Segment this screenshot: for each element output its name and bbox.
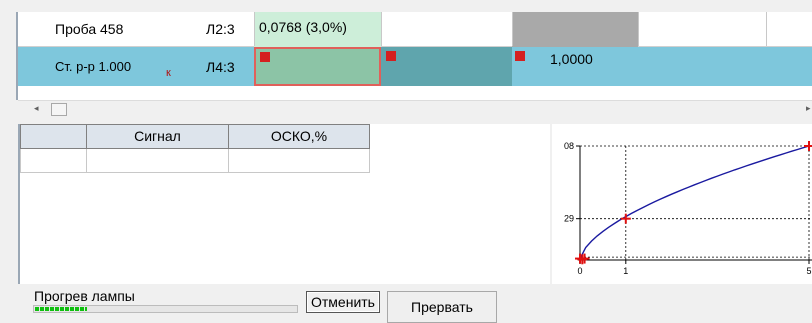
scroll-left-icon[interactable]: ◂ — [34, 103, 39, 114]
signal-table: Сигнал ОСКО,% — [18, 124, 550, 284]
warmup-progress-bar — [33, 305, 298, 313]
table-row-selected[interactable]: Ст. р-р 1.000 к Л4:3 1,0000 — [18, 47, 812, 86]
y-tick-label: 08 — [564, 141, 574, 151]
marker-icon — [260, 52, 270, 62]
col-divider — [381, 12, 382, 46]
col-divider — [766, 12, 767, 46]
table-row[interactable]: Проба 458 Л2:3 0,0768 (3,0%) — [18, 12, 812, 47]
marker-icon — [515, 51, 525, 61]
abort-button[interactable]: Прервать — [387, 291, 497, 323]
sample-name: Проба 458 — [55, 21, 124, 37]
table-cell — [21, 149, 87, 172]
marker-icon — [386, 51, 396, 61]
line-label: Л2:3 — [206, 21, 235, 37]
scroll-thumb[interactable] — [51, 103, 67, 116]
gray-cell — [512, 12, 638, 47]
value-cell: 0,0768 (3,0%) — [254, 12, 381, 47]
x-tick-label: 0 — [577, 266, 582, 276]
col-divider — [254, 12, 255, 46]
scroll-right-icon[interactable]: ▸ — [806, 103, 811, 114]
table-cell — [87, 149, 229, 172]
x-tick-label: 1 — [623, 266, 628, 276]
table-row[interactable] — [20, 149, 370, 173]
line-label: Л4:3 — [206, 59, 235, 75]
grid-blank-area — [16, 86, 812, 100]
col-divider — [638, 12, 639, 46]
x-tick-label: 5 — [806, 266, 811, 276]
header-cell — [21, 125, 87, 148]
y-tick-label: 29 — [564, 214, 574, 224]
table-header: Сигнал ОСКО,% — [20, 124, 370, 149]
green-cell[interactable] — [254, 47, 381, 86]
status-label: Прогрев лампы — [34, 288, 135, 304]
calibration-chart-panel: 29 08 0 1 5 — [552, 124, 812, 284]
standard-marker: к — [166, 67, 171, 79]
warmup-progress-fill — [35, 307, 87, 311]
sample-name: Ст. р-р 1.000 — [55, 59, 132, 74]
header-osko: ОСКО,% — [270, 128, 328, 144]
sample-grid: Проба 458 Л2:3 0,0768 (3,0%) Ст. р-р 1.0… — [16, 12, 812, 86]
horizontal-scrollbar[interactable]: ◂ ▸ — [18, 100, 812, 118]
cancel-button[interactable]: Отменить — [306, 291, 380, 313]
teal-cell — [381, 47, 512, 86]
header-signal: Сигнал — [87, 125, 229, 148]
value-text: 1,0000 — [550, 51, 593, 67]
calibration-chart: 29 08 0 1 5 — [564, 141, 812, 276]
col-divider — [512, 12, 513, 46]
calibration-curve — [579, 145, 810, 259]
data-point — [804, 141, 812, 151]
value-text: 0,0768 (3,0%) — [259, 19, 347, 35]
